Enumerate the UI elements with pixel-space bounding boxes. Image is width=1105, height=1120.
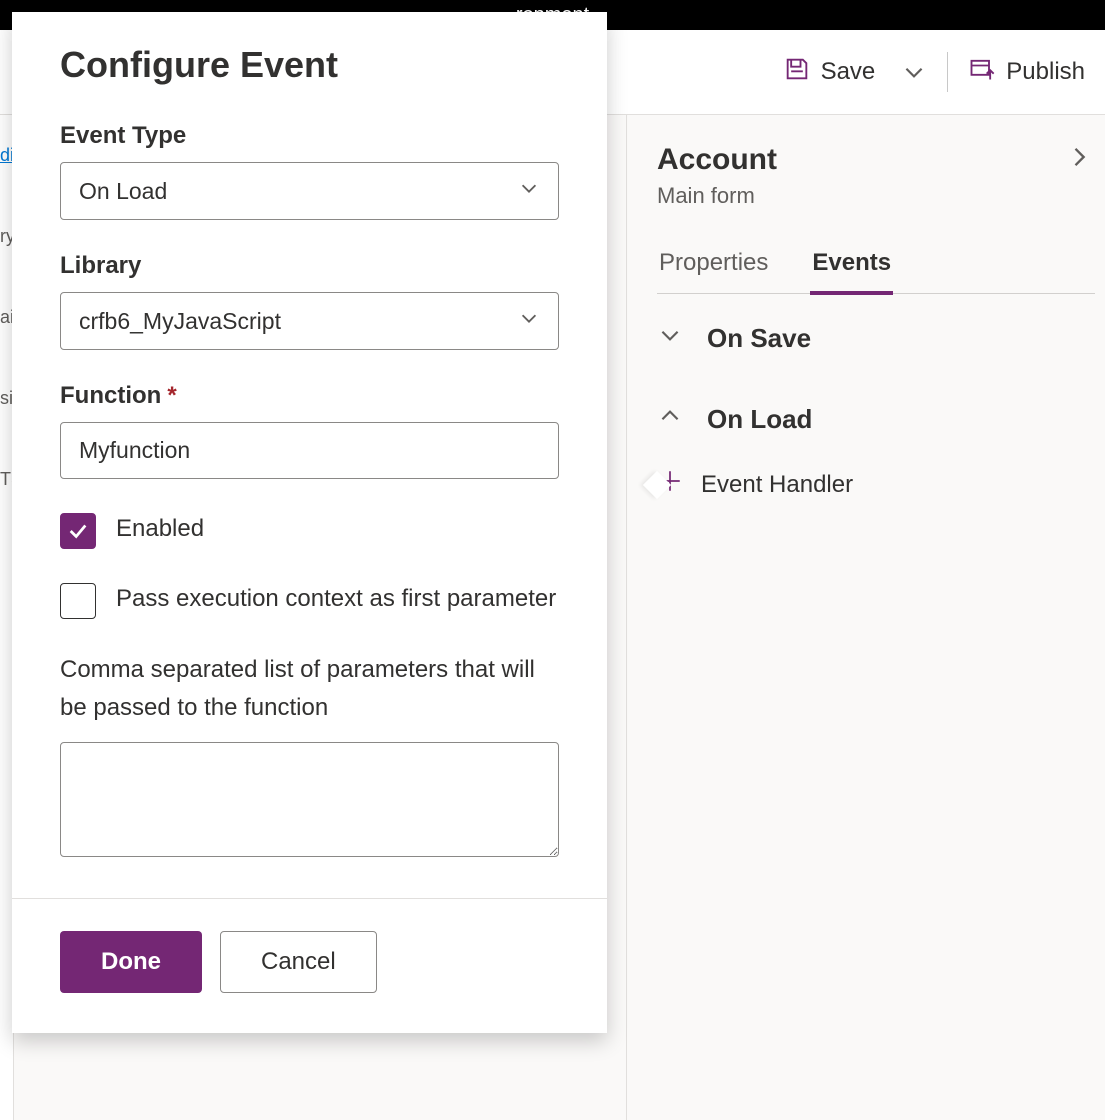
save-label: Save <box>821 58 876 86</box>
pass-context-label: Pass execution context as first paramete… <box>116 581 556 617</box>
save-button[interactable]: Save <box>773 47 886 98</box>
function-input[interactable] <box>60 422 559 479</box>
event-type-value: On Load <box>79 178 167 205</box>
on-save-section-toggle[interactable]: On Save <box>657 294 1095 375</box>
library-value: crfb6_MyJavaScript <box>79 308 281 335</box>
required-asterisk: * <box>167 382 176 409</box>
panel-tabs: Properties Events <box>657 239 1095 294</box>
publish-icon <box>968 55 996 90</box>
chevron-down-icon <box>657 322 683 355</box>
publish-button[interactable]: Publish <box>958 47 1095 98</box>
chevron-up-icon <box>657 403 683 436</box>
library-label: Library <box>60 252 559 280</box>
configure-event-dialog: Configure Event Event Type On Load Libra… <box>12 12 607 1033</box>
function-label: Function* <box>60 382 559 410</box>
parameters-textarea[interactable] <box>60 742 559 857</box>
on-load-section-toggle[interactable]: On Load <box>657 375 1095 456</box>
properties-panel: Account Main form Properties Events On S… <box>627 115 1105 1120</box>
panel-subtitle: Main form <box>657 183 1095 209</box>
tab-properties[interactable]: Properties <box>657 239 770 293</box>
chevron-down-icon <box>518 307 540 335</box>
dialog-title: Configure Event <box>60 44 559 86</box>
event-type-label: Event Type <box>60 122 559 150</box>
parameters-label: Comma separated list of parameters that … <box>60 651 559 728</box>
done-button[interactable]: Done <box>60 931 202 993</box>
cancel-button[interactable]: Cancel <box>220 931 377 993</box>
add-event-handler-button[interactable]: Event Handler <box>657 456 1095 513</box>
on-load-label: On Load <box>707 404 812 435</box>
save-icon <box>783 55 811 90</box>
library-select[interactable]: crfb6_MyJavaScript <box>60 292 559 350</box>
event-type-select[interactable]: On Load <box>60 162 559 220</box>
enabled-label: Enabled <box>116 511 204 547</box>
chevron-down-icon <box>518 177 540 205</box>
tab-events[interactable]: Events <box>810 239 893 295</box>
panel-title: Account <box>657 143 1095 177</box>
save-dropdown-button[interactable] <box>891 51 937 93</box>
enabled-checkbox[interactable] <box>60 513 96 549</box>
collapse-panel-button[interactable] <box>1065 143 1093 176</box>
publish-label: Publish <box>1006 58 1085 86</box>
add-handler-label: Event Handler <box>701 471 853 499</box>
on-save-label: On Save <box>707 323 811 354</box>
pass-context-checkbox[interactable] <box>60 583 96 619</box>
toolbar-separator <box>947 52 948 92</box>
